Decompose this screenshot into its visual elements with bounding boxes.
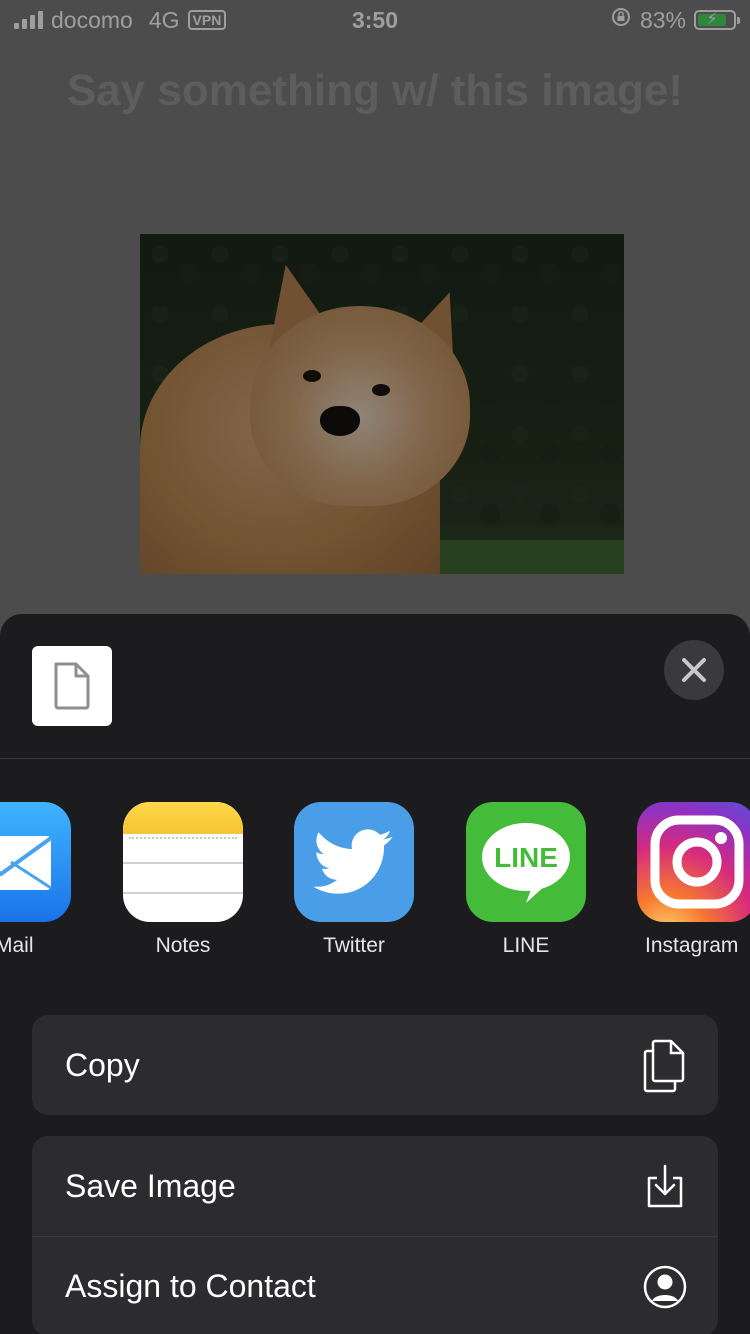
share-app-instagram[interactable]: Instagram <box>637 802 750 958</box>
contact-icon <box>640 1259 690 1315</box>
share-app-label: Notes <box>155 934 211 957</box>
share-app-label: Mail <box>0 934 34 957</box>
share-app-label: Instagram <box>645 934 739 957</box>
close-icon <box>682 658 706 682</box>
action-label: Save Image <box>65 1167 236 1204</box>
actions-group-secondary: Save Image Assign to Contact <box>32 1136 718 1334</box>
app-row: Mail Notes Twitter LINE LINE Instagram <box>0 759 750 1015</box>
action-label: Copy <box>65 1046 140 1083</box>
copy-action[interactable]: Copy <box>32 1015 718 1115</box>
share-sheet: Mail Notes Twitter LINE LINE Instagram C… <box>0 614 750 1334</box>
notes-icon <box>123 802 243 922</box>
share-app-label: LINE <box>502 934 550 957</box>
line-icon: LINE <box>466 802 586 922</box>
twitter-icon <box>294 802 414 922</box>
share-app-line[interactable]: LINE LINE <box>466 802 586 958</box>
share-app-label: Twitter <box>323 934 385 957</box>
copy-icon <box>640 1037 690 1093</box>
share-app-twitter[interactable]: Twitter <box>294 802 414 958</box>
share-app-notes[interactable]: Notes <box>123 802 243 958</box>
save-image-action[interactable]: Save Image <box>32 1136 718 1236</box>
share-sheet-header <box>0 614 750 759</box>
instagram-icon <box>637 802 750 922</box>
action-label: Assign to Contact <box>65 1268 316 1304</box>
assign-to-contact-action[interactable]: Assign to Contact <box>32 1236 718 1334</box>
document-icon <box>54 662 90 710</box>
document-thumbnail <box>32 646 112 726</box>
close-button[interactable] <box>664 640 724 700</box>
share-app-mail[interactable]: Mail <box>0 802 71 958</box>
save-image-icon <box>640 1158 690 1214</box>
actions-group-primary: Copy <box>32 1015 718 1115</box>
mail-icon <box>0 802 71 922</box>
line-icon-text: LINE <box>494 842 558 873</box>
